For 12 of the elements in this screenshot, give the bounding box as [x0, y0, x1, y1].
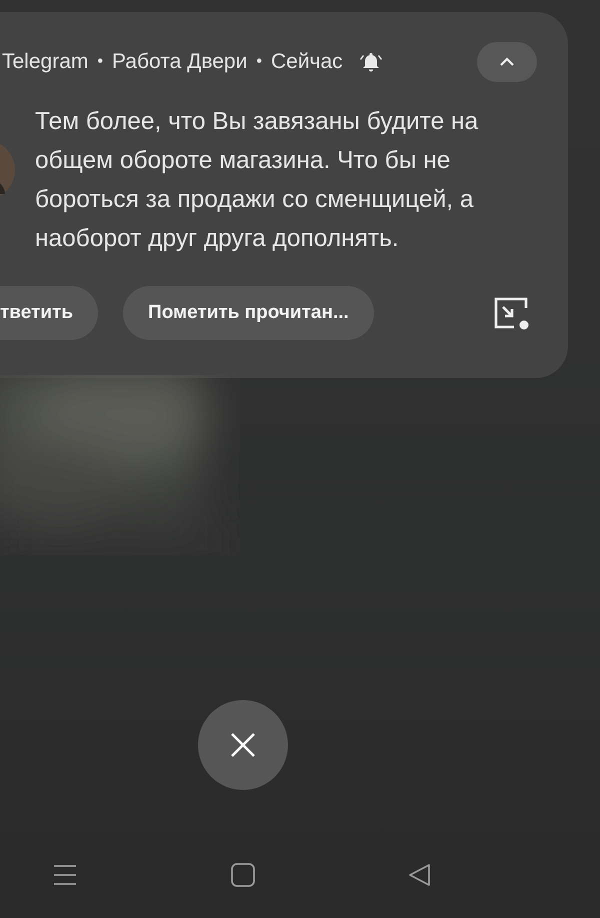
- picture-in-picture-icon[interactable]: [493, 296, 531, 330]
- header-text: Работа Двери: [112, 50, 248, 74]
- reply-button[interactable]: тветить: [0, 286, 98, 340]
- square-icon: [228, 860, 258, 890]
- mark-read-button[interactable]: Пометить прочитан...: [123, 286, 374, 340]
- header-text: Telegram: [2, 50, 88, 74]
- separator-dot: •: [256, 53, 262, 71]
- close-icon: [230, 732, 256, 758]
- home-button[interactable]: [228, 860, 258, 890]
- separator-dot: •: [97, 53, 103, 71]
- header-text: Сейчас: [270, 50, 343, 74]
- message-text: Тем более, что Вы завязаны будите на общем обороте магазина. Что бы не бороться за продажи со сменщицей, а наоборот друг друга дополнять.: [35, 107, 480, 254]
